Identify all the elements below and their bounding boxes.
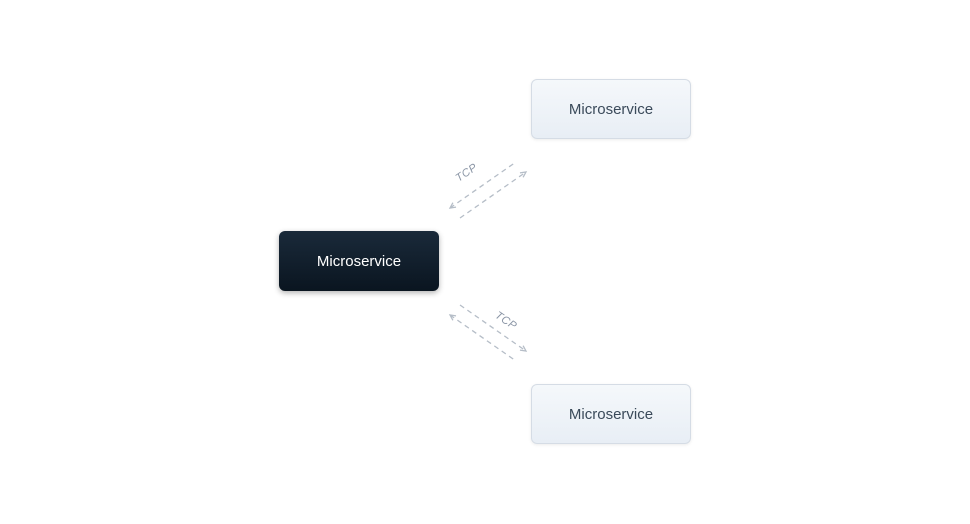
connector-bottom-label: TCP [493, 309, 519, 332]
microservice-node-label: Microservice [317, 253, 401, 270]
connector-arrow-line [460, 172, 526, 218]
connector-top-label: TCP [454, 161, 480, 184]
connector-bottom [438, 293, 538, 373]
connector-top [438, 150, 538, 230]
microservice-node-label: Microservice [569, 101, 653, 118]
microservice-node-bottom-right: Microservice [531, 384, 691, 444]
microservice-node-central: Microservice [279, 231, 439, 291]
connector-arrow-line [460, 305, 526, 351]
microservice-node-label: Microservice [569, 406, 653, 423]
microservice-node-top-right: Microservice [531, 79, 691, 139]
diagram-container: Microservice Microservice Microservice T… [0, 0, 970, 524]
